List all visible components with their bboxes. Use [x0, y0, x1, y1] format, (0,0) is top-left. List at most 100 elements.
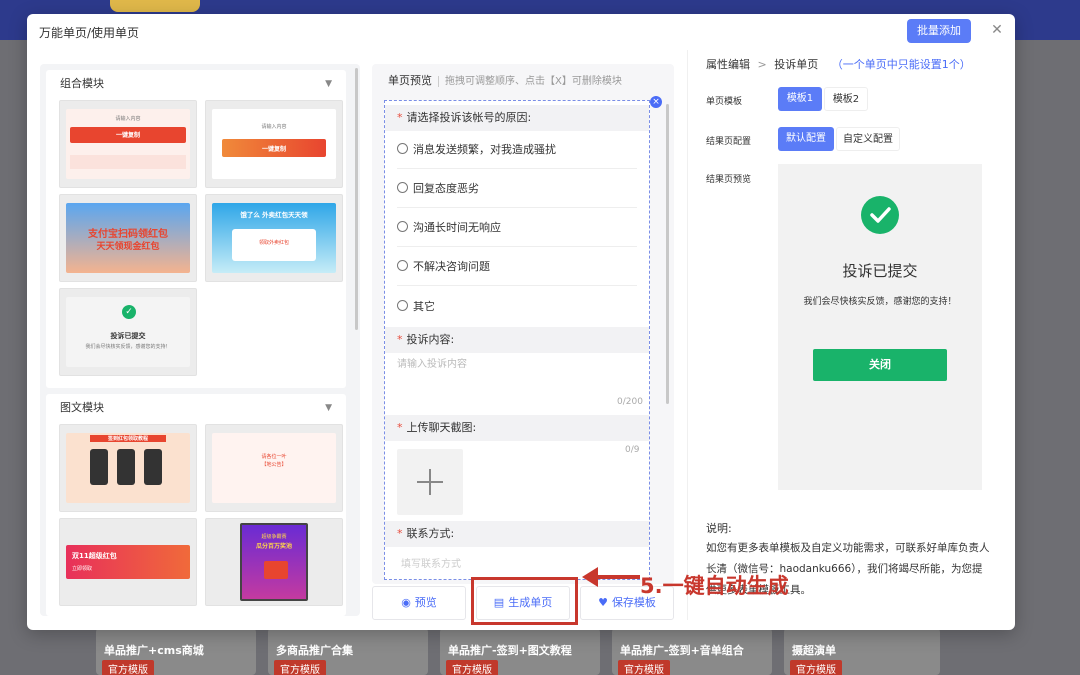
- upload-image-button[interactable]: [397, 449, 463, 515]
- complaint-content-textarea[interactable]: 请输入投诉内容: [397, 355, 637, 395]
- plus-icon: [417, 481, 443, 483]
- radio-icon[interactable]: [397, 260, 408, 271]
- reason-option[interactable]: 回复态度恶劣: [397, 170, 637, 208]
- background-template-card: 单品推广+cms商城 官方模版: [96, 628, 256, 675]
- preview-title: 单页预览: [388, 74, 432, 87]
- question-content: * 投诉内容:: [385, 327, 649, 353]
- tile-text: 一键复制: [115, 132, 140, 139]
- module-tile-eleme-redpacket[interactable]: 饿了么 外卖红包天天领 领取外卖红包: [205, 194, 343, 282]
- contact-input[interactable]: 填写联系方式: [401, 555, 461, 570]
- module-tile-text-notice[interactable]: 请各位一叶 【地公告】: [205, 424, 343, 512]
- reason-option[interactable]: 其它: [397, 288, 637, 326]
- result-close-button[interactable]: 关闭: [813, 349, 947, 381]
- heart-icon: ♥: [598, 596, 608, 609]
- result-description: 我们会尽快核实反馈，感谢您的支持！: [803, 297, 957, 307]
- question-label: 联系方式:: [406, 527, 455, 540]
- module-tile-phones-tutorial[interactable]: 签到红包领取教程: [59, 424, 197, 512]
- tile-gift: [264, 561, 288, 579]
- question-label: 请选择投诉该帐号的原因:: [406, 111, 532, 124]
- module-tile-lottery[interactable]: 超级争霸赛 瓜分百万奖池: [205, 518, 343, 606]
- radio-icon[interactable]: [397, 300, 408, 311]
- tile-sub: 天天领现金红包: [96, 242, 160, 252]
- option-label: 其它: [413, 300, 435, 313]
- image-text-module-header[interactable]: 图文模块 ▼: [46, 394, 346, 422]
- tile-text: 支付宝扫码领红包: [88, 229, 168, 240]
- tile-text: 签到红包领取教程: [90, 435, 166, 442]
- background-template-card: 摄超演单 官方模版: [784, 628, 940, 675]
- use-page-modal: 万能单页/使用单页 批量添加 ✕ 组合模块 ▼ 请输入内容 一键复制 请输入内容: [27, 14, 1015, 630]
- batch-add-button[interactable]: 批量添加: [907, 19, 971, 43]
- tile-text: 饿了么 外卖红包天天领: [240, 211, 308, 219]
- required-mark: *: [397, 333, 403, 346]
- preview-hint: 拖拽可调整顺序、点击【X】可删除模块: [438, 76, 622, 87]
- module-tile-alipay-redpacket[interactable]: 支付宝扫码领红包 天天领现金红包: [59, 194, 197, 282]
- eye-icon: ◉: [401, 596, 411, 609]
- annotation-label: 5.一键自动生成: [640, 574, 789, 598]
- background-template-card: 单品推广-签到+音单组合 官方模版: [612, 628, 772, 675]
- phone-image: [144, 449, 162, 485]
- template-label: 单页模板: [706, 97, 743, 107]
- result-config-label: 结果页配置: [706, 137, 752, 147]
- reason-option[interactable]: 沟通长时间无响应: [397, 209, 637, 247]
- result-preview-label: 结果页预览: [706, 175, 752, 185]
- image-text-module-title: 图文模块: [60, 401, 104, 414]
- background-card-badge: 官方模版: [790, 660, 842, 675]
- complaint-form-module[interactable]: * 请选择投诉该帐号的原因: 消息发送频繁，对我造成骚扰 回复态度恶劣 沟通长时间…: [384, 100, 650, 580]
- tile-sub: 请输入内容: [261, 124, 287, 130]
- breadcrumb-current: 投诉单页: [774, 58, 819, 71]
- required-mark: *: [397, 111, 403, 124]
- explain-title: 说明:: [706, 522, 732, 535]
- breadcrumb: 属性编辑 > 投诉单页 （一个单页中只能设置1个）: [706, 56, 971, 72]
- reason-option[interactable]: 消息发送频繁，对我造成骚扰: [397, 131, 637, 169]
- radio-icon[interactable]: [397, 143, 408, 154]
- remove-module-icon[interactable]: ×: [650, 96, 662, 108]
- tile-sub: 立即领取: [72, 566, 93, 572]
- module-tile-complaint-result[interactable]: ✓ 投诉已提交 我们会尽快核实反馈，感谢您的支持！: [59, 288, 197, 376]
- custom-config-option[interactable]: 自定义配置: [836, 127, 900, 151]
- check-icon: ✓: [122, 305, 136, 319]
- required-mark: *: [397, 527, 403, 540]
- annotation-arrow-icon: [582, 567, 640, 587]
- module-tile-double11[interactable]: 双11超级红包 立即领取: [59, 518, 197, 606]
- tile-steps: [70, 155, 186, 169]
- page-preview-panel: 单页预览 拖拽可调整顺序、点击【X】可删除模块 × * 请选择投诉该帐号的原因: 消…: [372, 64, 674, 584]
- breadcrumb-note: （一个单页中只能设置1个）: [831, 58, 971, 71]
- background-card-badge: 官方模版: [102, 660, 154, 675]
- radio-icon[interactable]: [397, 221, 408, 232]
- check-circle-icon: [861, 196, 899, 234]
- preview-button[interactable]: ◉ 预览: [372, 586, 466, 620]
- background-template-card: 多商品推广合集 官方模版: [268, 628, 428, 675]
- question-upload: * 上传聊天截图:: [385, 415, 649, 441]
- preview-scrollbar[interactable]: [666, 104, 669, 404]
- option-label: 回复态度恶劣: [413, 182, 479, 195]
- module-tile-red-banner[interactable]: 请输入内容 一键复制: [205, 100, 343, 188]
- module-library-scrollbar[interactable]: [355, 68, 358, 330]
- background-template-card: 单品推广-签到+图文教程 官方模版: [440, 628, 600, 675]
- template-2-option[interactable]: 模板2: [824, 87, 868, 111]
- template-1-option[interactable]: 模板1: [778, 87, 822, 111]
- required-mark: *: [397, 421, 403, 434]
- background-card-badge: 官方模版: [618, 660, 670, 675]
- tile-sub: 请输入内容: [115, 116, 141, 122]
- tile-sub: 【地公告】: [261, 462, 287, 468]
- chevron-down-icon[interactable]: ▼: [325, 394, 332, 422]
- phone-image: [90, 449, 108, 485]
- module-tile-red-button[interactable]: 请输入内容 一键复制: [59, 100, 197, 188]
- breadcrumb-root[interactable]: 属性编辑: [706, 58, 750, 71]
- chevron-down-icon[interactable]: ▼: [325, 70, 332, 98]
- reason-option[interactable]: 不解决咨询问题: [397, 248, 637, 286]
- modal-title: 万能单页/使用单页: [39, 26, 140, 40]
- tile-text: 一键复制: [261, 146, 286, 153]
- option-label: 不解决咨询问题: [413, 260, 490, 273]
- default-config-option[interactable]: 默认配置: [778, 127, 834, 151]
- property-editor: 属性编辑 > 投诉单页 （一个单页中只能设置1个） 单页模板 模板1 模板2 结…: [687, 50, 1007, 620]
- result-title: 投诉已提交: [842, 262, 918, 280]
- tile-sub: 领取外卖红包: [258, 240, 289, 246]
- annotation-highlight-box: [471, 577, 578, 625]
- image-text-module-group: 图文模块 ▼ 签到红包领取教程 请各位一叶 【地公告】 双11超级红包 立即领取…: [46, 394, 346, 616]
- combo-module-header[interactable]: 组合模块 ▼: [46, 70, 346, 98]
- background-card-badge: 官方模版: [274, 660, 326, 675]
- radio-icon[interactable]: [397, 182, 408, 193]
- background-card-title: 多商品推广合集: [276, 644, 353, 657]
- close-icon[interactable]: ✕: [989, 20, 1005, 40]
